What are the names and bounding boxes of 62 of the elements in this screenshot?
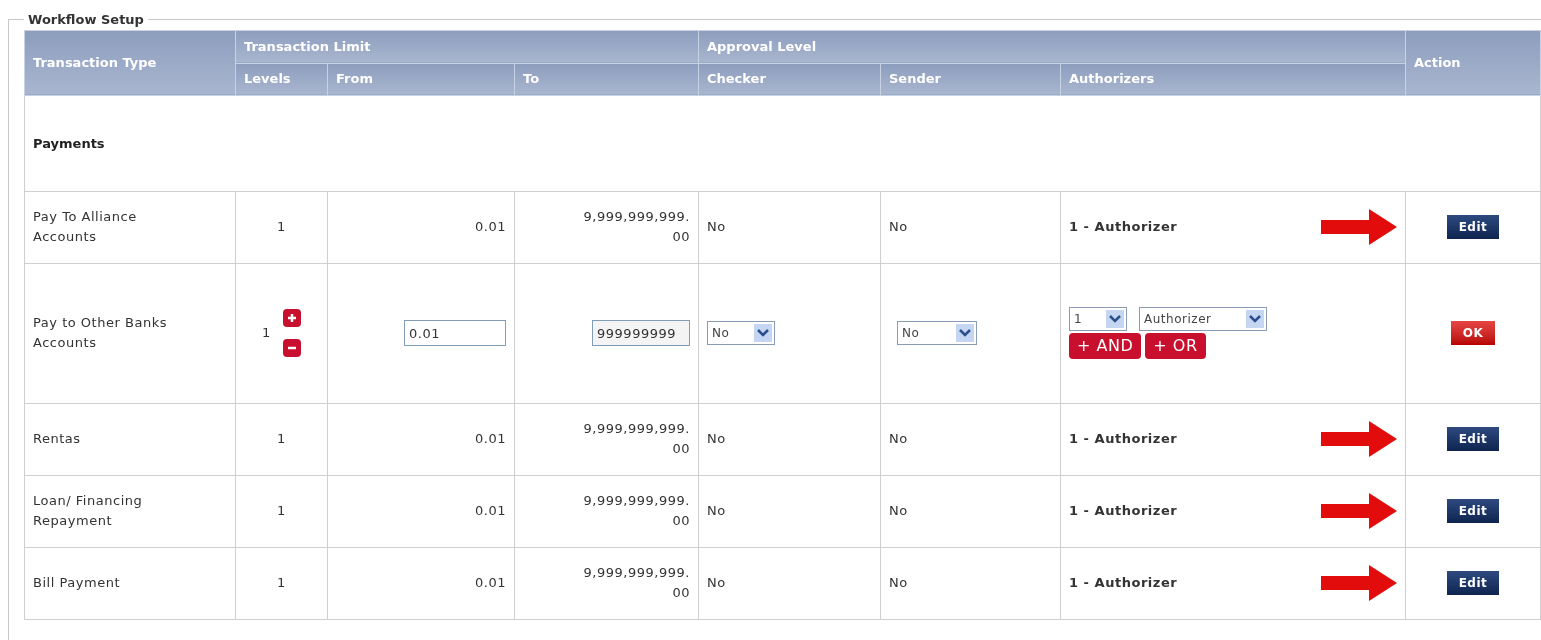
edit-button[interactable]: Edit bbox=[1446, 427, 1500, 451]
add-or-button[interactable]: + OR bbox=[1145, 333, 1206, 359]
authorizers-value: 1 - Authorizer bbox=[1069, 430, 1178, 449]
authorizers-value: 1 - Authorizer bbox=[1069, 574, 1178, 593]
chevron-down-icon bbox=[757, 328, 769, 338]
sender-select[interactable]: No bbox=[897, 321, 977, 345]
role-select[interactable]: Authorizer bbox=[1139, 307, 1267, 331]
from-field[interactable]: 0.01 bbox=[404, 320, 506, 346]
column-header: Transaction Type bbox=[33, 54, 157, 70]
cell-text: 9,999,999,999.00 bbox=[582, 208, 690, 246]
levels-value: 1 bbox=[277, 575, 286, 591]
cell-text: 0.01 bbox=[474, 503, 506, 519]
authorizers-value: 1 - Authorizer bbox=[1069, 218, 1178, 237]
column-header: Action bbox=[1414, 54, 1461, 70]
transaction-type: Pay To Alliance Accounts bbox=[33, 208, 138, 246]
cell-text: 9,999,999,999.00 bbox=[582, 420, 690, 458]
levels-value: 1 bbox=[277, 503, 286, 519]
transaction-type: Loan/ Financing Repayment bbox=[33, 492, 144, 530]
column-header: Checker bbox=[707, 71, 766, 87]
column-header: To bbox=[523, 71, 540, 87]
chevron-down-icon bbox=[1249, 314, 1261, 324]
chevron-down-icon bbox=[959, 328, 971, 338]
edit-button[interactable]: Edit bbox=[1446, 499, 1500, 523]
transaction-type: Rentas bbox=[33, 430, 82, 448]
chevron-down-icon bbox=[1109, 314, 1121, 324]
cell-text: No bbox=[889, 503, 908, 519]
cell-text: No bbox=[707, 503, 726, 519]
cell-text: 0.01 bbox=[474, 575, 506, 591]
transaction-type: Bill Payment bbox=[33, 574, 122, 592]
cell-text: No bbox=[707, 219, 726, 235]
edit-button[interactable]: Edit bbox=[1446, 215, 1500, 239]
cell-text: No bbox=[707, 575, 726, 591]
levels-value: 1 bbox=[277, 431, 286, 447]
remove-level-button[interactable] bbox=[282, 339, 301, 357]
cell-text: No bbox=[707, 431, 726, 447]
cell-text: No bbox=[889, 431, 908, 447]
levels-value: 1 bbox=[277, 219, 286, 235]
plus-icon bbox=[286, 313, 297, 323]
column-header: From bbox=[336, 71, 373, 87]
cell-text: 9,999,999,999.00 bbox=[582, 492, 690, 530]
cell-text: 9,999,999,999.00 bbox=[582, 564, 690, 602]
count-select[interactable]: 1 bbox=[1069, 307, 1127, 331]
cell-text: No bbox=[889, 219, 908, 235]
levels-value: 1 bbox=[262, 324, 271, 343]
add-and-button[interactable]: + AND bbox=[1069, 333, 1142, 359]
to-field[interactable]: 999999999 bbox=[592, 320, 690, 346]
column-header: Levels bbox=[244, 71, 291, 87]
authorizers-value: 1 - Authorizer bbox=[1069, 502, 1178, 521]
column-header: Sender bbox=[889, 71, 941, 87]
cell-text: 0.01 bbox=[474, 219, 506, 235]
checker-select[interactable]: No bbox=[707, 321, 775, 345]
column-header: Authorizers bbox=[1069, 71, 1155, 87]
section-title: Payments bbox=[33, 136, 105, 151]
transaction-type: Pay to Other Banks Accounts bbox=[33, 314, 169, 352]
section-legend: Workflow Setup bbox=[24, 11, 148, 30]
add-level-button[interactable] bbox=[282, 309, 301, 327]
column-header: Transaction Limit bbox=[244, 38, 371, 54]
edit-button[interactable]: Edit bbox=[1446, 571, 1500, 595]
ok-button[interactable]: OK bbox=[1450, 321, 1496, 345]
column-header: Approval Level bbox=[707, 38, 817, 54]
cell-text: No bbox=[889, 575, 908, 591]
cell-text: 0.01 bbox=[474, 431, 506, 447]
